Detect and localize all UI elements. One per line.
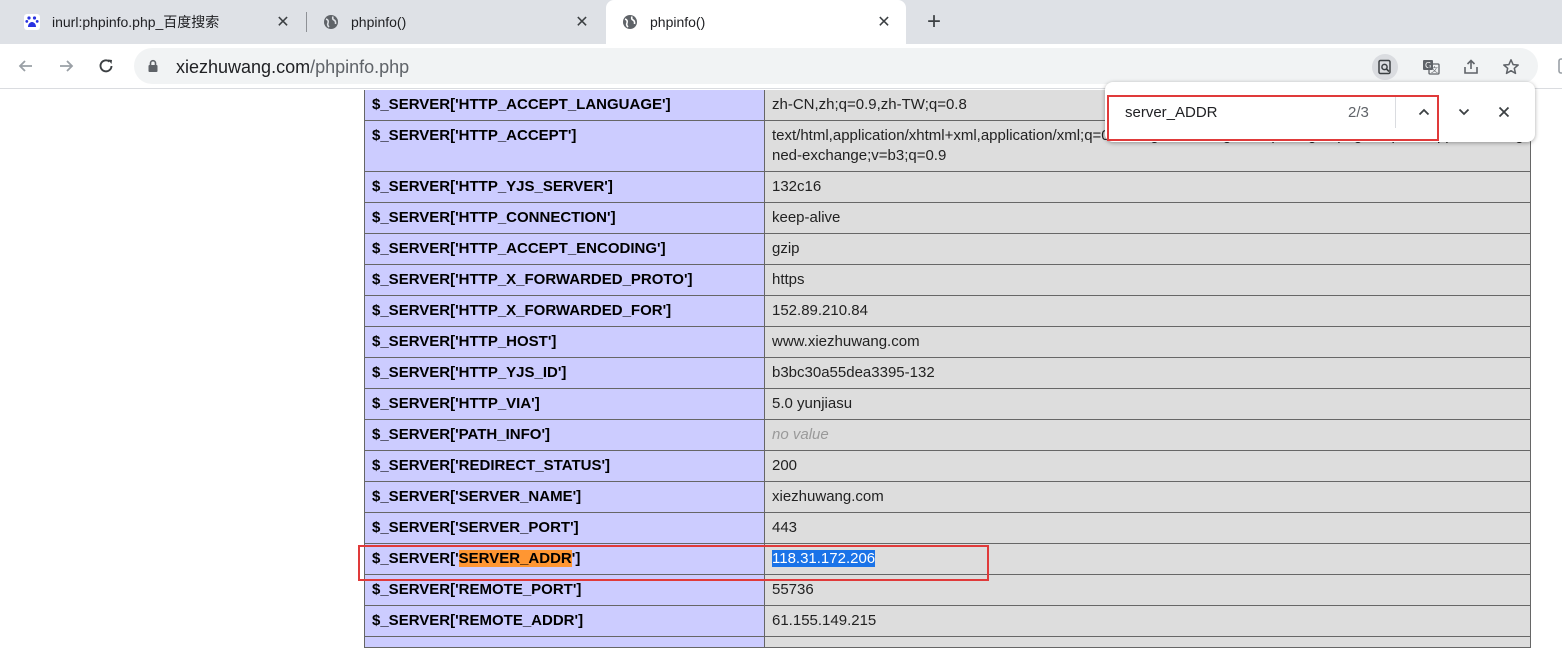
server-key: $_SERVER['HTTP_ACCEPT'] xyxy=(364,120,765,172)
chevron-down-icon xyxy=(1458,108,1470,116)
globe-icon xyxy=(622,14,638,30)
svg-text:文: 文 xyxy=(1431,65,1438,74)
server-value: keep-alive xyxy=(764,202,1531,234)
server-key: $_SERVER['SERVER_NAME'] xyxy=(364,481,765,513)
server-value: 200 xyxy=(764,450,1531,482)
table-row: $_SERVER['HTTP_CONNECTION'] keep-alive xyxy=(364,202,1531,234)
lock-icon[interactable] xyxy=(146,59,160,73)
server-value: gzip xyxy=(764,233,1531,265)
server-value: 61.155.149.215 xyxy=(764,605,1531,637)
find-close-button[interactable] xyxy=(1491,99,1517,125)
server-key: $_SERVER['HTTP_VIA'] xyxy=(364,388,765,420)
server-key: $_SERVER['HTTP_HOST'] xyxy=(364,326,765,358)
close-icon[interactable]: ✕ xyxy=(275,14,291,31)
reload-button[interactable] xyxy=(92,52,120,80)
back-button[interactable] xyxy=(12,52,40,80)
url-host: xiezhuwang.com xyxy=(176,57,311,77)
server-value: xiezhuwang.com xyxy=(764,481,1531,513)
new-tab-button[interactable]: + xyxy=(920,8,948,36)
tab-phpinfo-1[interactable]: phpinfo() ✕ xyxy=(307,0,604,44)
extension-icon[interactable] xyxy=(1548,52,1562,80)
url-text: xiezhuwang.com/phpinfo.php xyxy=(176,57,409,78)
find-next-button[interactable] xyxy=(1451,99,1477,125)
table-row: $_SERVER['SERVER_PORT'] 443 xyxy=(364,512,1531,544)
server-value xyxy=(764,636,1531,648)
table-row: $_SERVER['REMOTE_ADDR'] 61.155.149.215 xyxy=(364,605,1531,637)
table-row: $_SERVER['SERVER_NAME'] xiezhuwang.com xyxy=(364,481,1531,513)
close-icon[interactable]: ✕ xyxy=(574,14,590,31)
server-key: $_SERVER['HTTP_X_FORWARDED_PROTO'] xyxy=(364,264,765,296)
server-value: 152.89.210.84 xyxy=(764,295,1531,327)
server-value: b3bc30a55dea3395-132 xyxy=(764,357,1531,389)
table-row: $_SERVER['HTTP_YJS_SERVER'] 132c16 xyxy=(364,171,1531,203)
server-value: no value xyxy=(764,419,1531,451)
server-value: https xyxy=(764,264,1531,296)
url-path: /phpinfo.php xyxy=(310,57,410,77)
server-key: $_SERVER['HTTP_X_FORWARDED_FOR'] xyxy=(364,295,765,327)
reload-icon xyxy=(99,59,113,73)
table-row: $_SERVER['HTTP_YJS_ID'] b3bc30a55dea3395-… xyxy=(364,357,1531,389)
share-icon[interactable] xyxy=(1458,54,1484,80)
arrow-left-icon xyxy=(18,60,32,72)
annotation-box-find xyxy=(1107,95,1439,141)
server-key: $_SERVER['HTTP_YJS_ID'] xyxy=(364,357,765,389)
baidu-icon xyxy=(24,14,40,30)
forward-button[interactable] xyxy=(52,52,80,80)
server-key: $_SERVER['REMOTE_ADDR'] xyxy=(364,605,765,637)
table-row: $_SERVER['HTTP_X_FORWARDED_PROTO'] https xyxy=(364,264,1531,296)
table-row: $_SERVER['HTTP_HOST'] www.xiezhuwang.com xyxy=(364,326,1531,358)
server-key: $_SERVER['PATH_INFO'] xyxy=(364,419,765,451)
find-in-page-icon[interactable] xyxy=(1372,54,1398,80)
table-row: $_SERVER['HTTP_X_FORWARDED_FOR'] 152.89.2… xyxy=(364,295,1531,327)
page-content: $_SERVER['HTTP_ACCEPT_LANGUAGE'] zh-CN,zh… xyxy=(0,90,1562,655)
server-key: $_SERVER['HTTP_CONNECTION'] xyxy=(364,202,765,234)
table-row: $_SERVER['REDIRECT_STATUS'] 200 xyxy=(364,450,1531,482)
bookmark-star-icon[interactable] xyxy=(1498,54,1524,80)
tab-title: phpinfo() xyxy=(351,14,407,30)
address-bar[interactable]: xiezhuwang.com/phpinfo.php G文 xyxy=(134,48,1538,84)
server-value: 5.0 yunjiasu xyxy=(764,388,1531,420)
arrow-right-icon xyxy=(60,60,74,72)
server-value: www.xiezhuwang.com xyxy=(764,326,1531,358)
server-key: $_SERVER['HTTP_ACCEPT_ENCODING'] xyxy=(364,233,765,265)
table-row xyxy=(364,636,1531,648)
globe-icon xyxy=(323,14,339,30)
tab-strip: inurl:phpinfo.php_百度搜索 ✕ phpinfo() ✕ php… xyxy=(0,0,1562,44)
tab-title: phpinfo() xyxy=(650,14,706,30)
table-row: $_SERVER['HTTP_VIA'] 5.0 yunjiasu xyxy=(364,388,1531,420)
server-key: $_SERVER['HTTP_YJS_SERVER'] xyxy=(364,171,765,203)
table-row: $_SERVER['HTTP_ACCEPT_ENCODING'] gzip xyxy=(364,233,1531,265)
tab-baidu-search[interactable]: inurl:phpinfo.php_百度搜索 ✕ xyxy=(0,0,305,44)
tab-phpinfo-2[interactable]: phpinfo() ✕ xyxy=(606,0,906,44)
translate-icon[interactable]: G文 xyxy=(1418,54,1444,80)
tab-title: inurl:phpinfo.php_百度搜索 xyxy=(52,14,220,30)
server-value: 132c16 xyxy=(764,171,1531,203)
close-icon[interactable]: ✕ xyxy=(876,14,892,31)
server-key: $_SERVER['REDIRECT_STATUS'] xyxy=(364,450,765,482)
annotation-box xyxy=(358,545,989,581)
server-key: $_SERVER['SERVER_PORT'] xyxy=(364,512,765,544)
server-key xyxy=(364,636,765,648)
table-row: $_SERVER['PATH_INFO'] no value xyxy=(364,419,1531,451)
server-key: $_SERVER['HTTP_ACCEPT_LANGUAGE'] xyxy=(364,90,765,121)
server-value: 443 xyxy=(764,512,1531,544)
close-icon xyxy=(1498,106,1510,118)
